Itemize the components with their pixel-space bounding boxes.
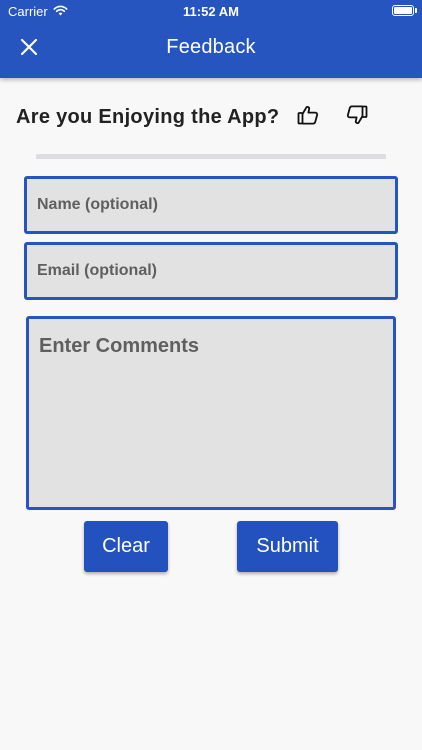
clear-button[interactable]: Clear [84,521,168,572]
status-time: 11:52 AM [183,4,239,19]
rating-row: Are you Enjoying the App? [16,104,406,134]
submit-button[interactable]: Submit [237,521,338,572]
feedback-screen: Carrier 11:52 AM Feedback Are you Enjoyi… [0,0,422,750]
divider [36,154,386,159]
name-field[interactable] [24,176,398,234]
status-bar: Carrier 11:52 AM [0,0,422,22]
header: Carrier 11:52 AM Feedback [0,0,422,78]
page-title: Feedback [166,36,256,58]
thumbs-down-button[interactable] [344,104,370,130]
thumbs-up-icon [297,105,319,130]
rating-question: Are you Enjoying the App? [16,106,280,128]
thumbs-down-icon [346,105,368,130]
nav-bar: Feedback [0,22,422,78]
battery-tip [415,8,417,13]
thumbs-up-button[interactable] [295,104,321,130]
email-field[interactable] [24,242,398,300]
comments-field[interactable] [26,316,396,510]
battery-icon [392,5,414,16]
